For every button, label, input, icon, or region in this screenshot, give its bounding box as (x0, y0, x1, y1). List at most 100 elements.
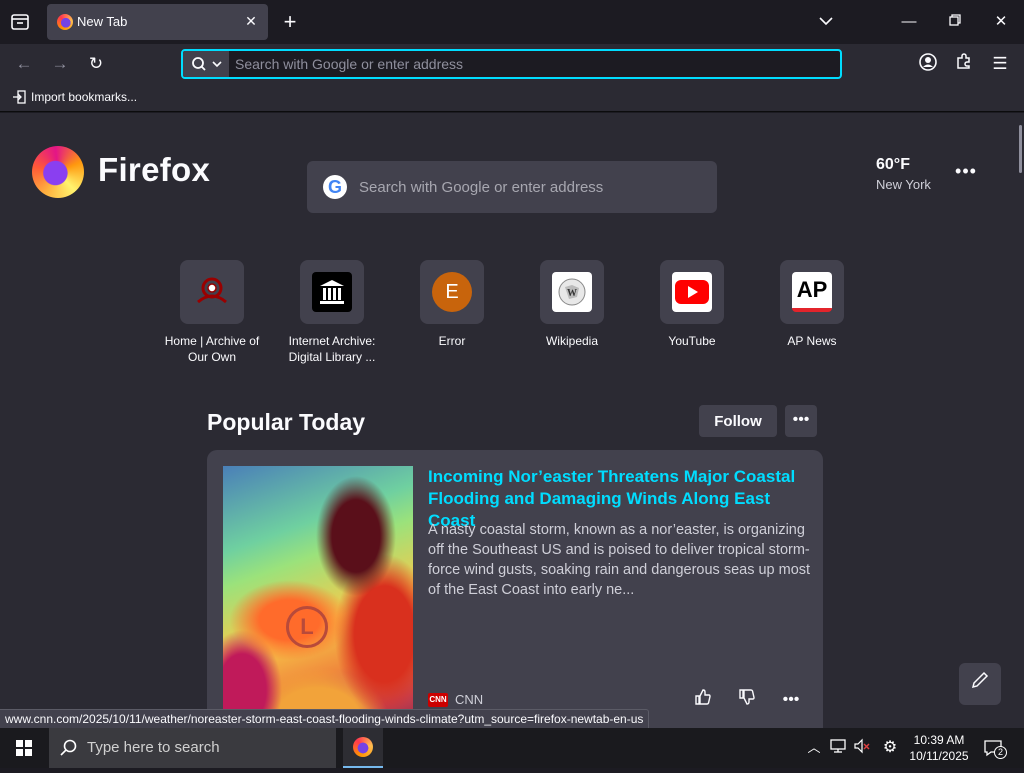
close-window-button[interactable]: ✕ (986, 8, 1016, 36)
more-options-icon: ••• (792, 411, 810, 428)
arrow-right-icon: → (51, 54, 69, 73)
more-options-icon: ••• (782, 691, 800, 708)
archive-icon (312, 272, 352, 312)
svg-text:W: W (567, 288, 577, 299)
account-icon (919, 53, 937, 71)
thumbs-up-icon (695, 689, 711, 705)
taskbar-search-box[interactable]: Type here to search (49, 728, 336, 768)
shortcut-wikipedia[interactable]: W Wikipedia (520, 260, 624, 370)
shortcut-label: YouTube (668, 334, 716, 348)
volume-muted-icon (854, 738, 870, 754)
letter-e-icon: E (432, 272, 472, 312)
minimize-button[interactable]: — (894, 8, 924, 36)
volume-button[interactable] (852, 738, 872, 758)
pencil-icon (971, 671, 989, 689)
close-icon: ✕ (245, 13, 257, 29)
show-hidden-icons-button[interactable]: ︿ (804, 738, 824, 758)
weather-city[interactable]: New York (876, 177, 931, 192)
section-menu-button[interactable]: ••• (785, 405, 817, 437)
thumbs-down-button[interactable] (733, 688, 761, 712)
firefox-icon (353, 737, 373, 757)
story-card[interactable]: L Incoming Nor’easter Threatens Major Co… (207, 450, 823, 728)
wikipedia-icon: W (552, 272, 592, 312)
hamburger-icon: ☰ (992, 54, 1008, 73)
shortcut-internet-archive[interactable]: Internet Archive: Digital Library ... (280, 260, 384, 370)
close-tab-button[interactable]: ✕ (242, 12, 260, 30)
tab-new-tab[interactable]: New Tab ✕ (47, 4, 268, 40)
bookmarks-toolbar: Import bookmarks... (0, 84, 1024, 112)
close-icon: ✕ (994, 13, 1008, 30)
scrollbar[interactable] (1019, 125, 1022, 173)
network-icon (830, 739, 846, 753)
firefox-wordmark: Firefox (98, 151, 211, 188)
settings-button[interactable]: ⚙ (880, 738, 900, 758)
shortcut-tile: E (420, 260, 484, 324)
follow-button[interactable]: Follow (699, 405, 777, 437)
cnn-logo-icon: CNN (428, 692, 448, 707)
content-search-input[interactable] (359, 161, 709, 213)
shortcut-label: Internet Archive: Digital Library ... (288, 334, 376, 364)
extensions-button[interactable] (950, 52, 978, 76)
shortcut-error[interactable]: E Error (400, 260, 504, 370)
thumbs-down-icon (739, 689, 755, 705)
shortcut-ao3[interactable]: Home | Archive of Our Own (160, 260, 264, 370)
new-tab-page: Firefox G 60°F New York ••• Home | Archi… (0, 113, 1024, 728)
shortcut-tile: W (540, 260, 604, 324)
navigation-toolbar: ← → ↻ ☰ (0, 44, 1024, 84)
ap-icon: AP (792, 272, 832, 312)
clock-date: 10/11/2025 (909, 749, 969, 763)
account-button[interactable] (914, 52, 942, 76)
minimize-icon: — (901, 13, 917, 30)
plus-icon: + (283, 9, 297, 34)
url-input[interactable] (235, 51, 835, 77)
content-search-box[interactable]: G (307, 161, 717, 213)
shortcut-label: AP News (787, 334, 837, 348)
shortcut-tile (660, 260, 724, 324)
url-bar[interactable] (181, 49, 842, 79)
gear-icon: ⚙ (882, 739, 898, 756)
restore-button[interactable] (940, 8, 970, 36)
reload-button[interactable]: ↻ (82, 52, 110, 76)
list-all-tabs-button[interactable] (811, 8, 841, 36)
new-tab-button[interactable]: + (278, 10, 302, 34)
low-pressure-icon: L (286, 606, 328, 648)
shortcut-label: Error (438, 334, 466, 348)
story-excerpt: A nasty coastal storm, known as a nor’ea… (428, 522, 811, 598)
import-bookmarks-button[interactable]: Import bookmarks... (12, 90, 137, 104)
network-button[interactable] (828, 738, 848, 758)
source-name: CNN (455, 692, 484, 707)
app-menu-button[interactable]: ☰ (986, 52, 1014, 76)
tab-title: New Tab (77, 14, 128, 29)
arrow-left-icon: ← (15, 54, 33, 73)
start-button[interactable] (0, 728, 48, 768)
more-options-icon: ••• (955, 161, 977, 181)
shortcut-ap-news[interactable]: AP AP News (760, 260, 864, 370)
forward-button[interactable]: → (46, 52, 74, 76)
firefox-logo-icon (32, 146, 84, 198)
customize-button[interactable] (959, 663, 1001, 705)
notifications-button[interactable]: 2 (982, 738, 1007, 759)
shortcut-tile: AP (780, 260, 844, 324)
taskbar-firefox-button[interactable] (343, 728, 383, 768)
firefox-view-button[interactable] (8, 10, 32, 34)
restore-icon (949, 14, 961, 26)
clock[interactable]: 10:39 AM 10/11/2025 (906, 732, 972, 764)
google-icon: G (323, 175, 347, 199)
reload-icon: ↻ (88, 54, 104, 73)
search-engine-button[interactable] (183, 51, 229, 77)
shortcut-label: Wikipedia (545, 334, 599, 348)
search-icon (192, 57, 222, 71)
story-image: L (223, 466, 413, 728)
windows-logo-icon (16, 740, 32, 756)
shortcut-label: Home | Archive of Our Own (164, 334, 260, 364)
thumbs-up-button[interactable] (689, 688, 717, 712)
weather-menu-button[interactable]: ••• (952, 161, 980, 185)
clock-time: 10:39 AM (913, 733, 965, 747)
back-button[interactable]: ← (10, 52, 38, 76)
story-menu-button[interactable]: ••• (777, 688, 805, 712)
search-icon (60, 739, 77, 756)
shortcut-youtube[interactable]: YouTube (640, 260, 744, 370)
windows-taskbar: Type here to search ︿ ⚙ 10:39 AM 10/11/2… (0, 728, 1024, 768)
firefox-favicon-icon (57, 14, 73, 30)
weather-temperature[interactable]: 60°F (876, 156, 910, 174)
